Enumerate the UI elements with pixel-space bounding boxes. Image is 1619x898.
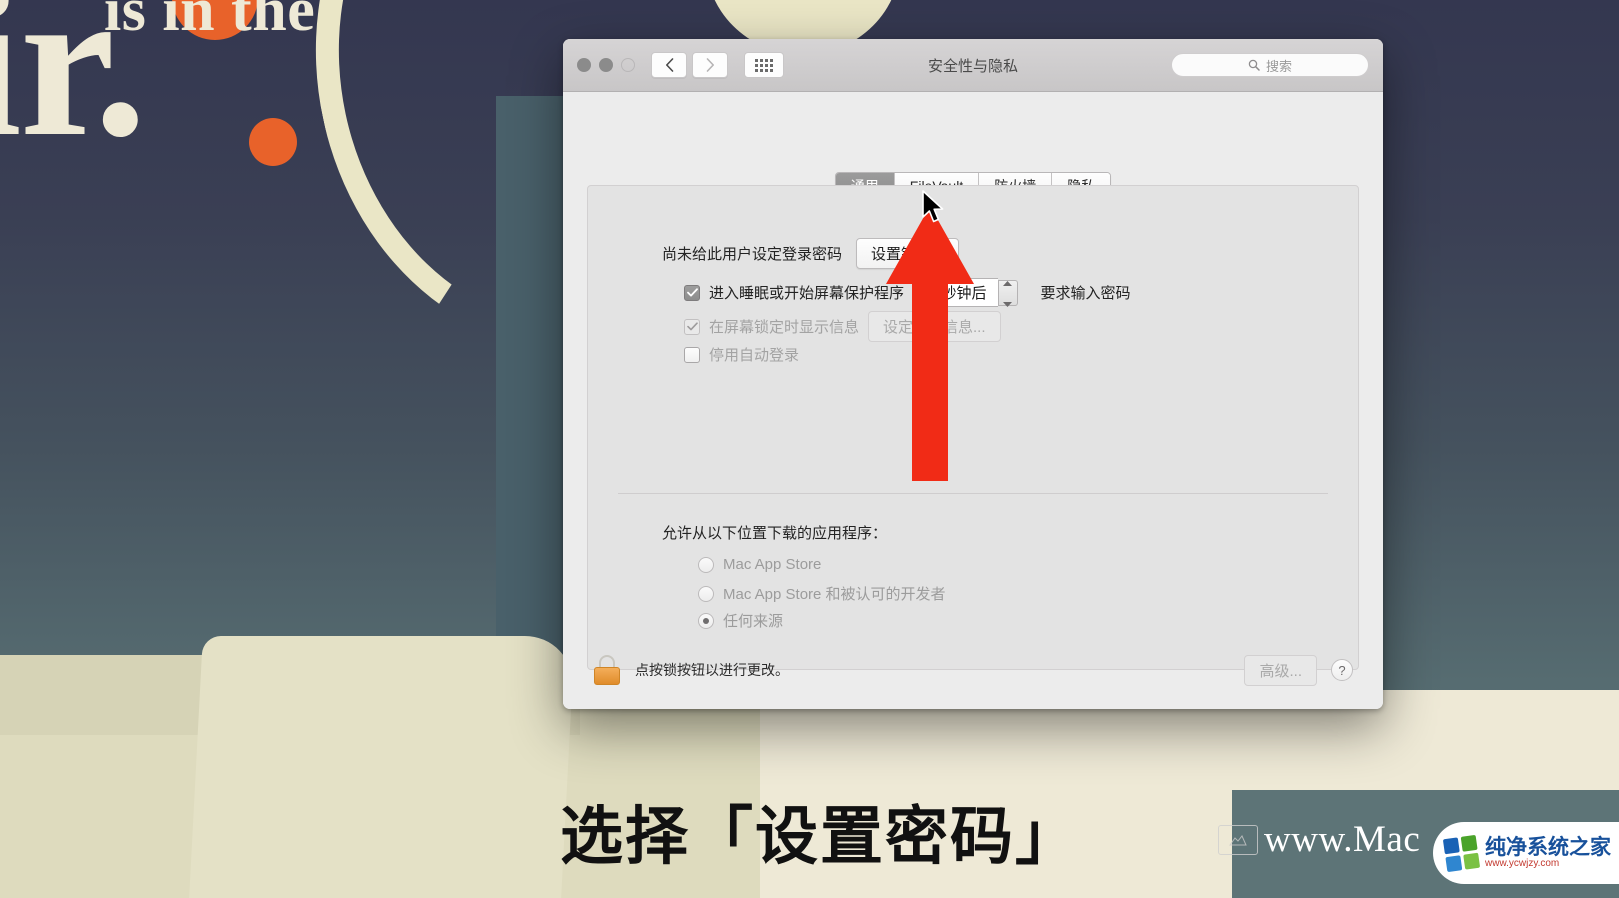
instruction-caption: 选择「设置密码」 — [560, 800, 1080, 873]
search-icon — [1248, 59, 1260, 71]
stepper-down-icon[interactable] — [1003, 294, 1013, 312]
radio-app-store-and-identified[interactable] — [698, 585, 714, 602]
radio-anywhere-label: 任何来源 — [723, 613, 784, 630]
help-button[interactable]: ? — [1331, 659, 1353, 681]
wallpaper-dot-bottom — [249, 118, 297, 166]
checkmark-icon — [686, 288, 698, 297]
publisher-logo-badge: 纯净系统之家 www.ycwjzy.com — [1433, 822, 1619, 884]
radio-anywhere[interactable] — [698, 612, 714, 629]
require-password-label: 进入睡眠或开始屏幕保护程序 — [709, 285, 905, 302]
show-all-button[interactable] — [744, 52, 784, 78]
require-password-checkbox[interactable] — [684, 284, 700, 301]
window-footer: 点按锁按钮以进行更改。 高级... ? — [563, 631, 1383, 709]
show-lock-message-checkbox[interactable] — [684, 318, 700, 335]
download-section-title: 允许从以下位置下载的应用程序： — [662, 525, 888, 542]
radio-selected-dot — [703, 617, 709, 624]
show-all-grid-icon — [755, 58, 773, 72]
screenshot-root: ir. is in the — [0, 0, 1619, 898]
window-titlebar: 安全性与隐私 搜索 — [563, 39, 1383, 92]
search-placeholder: 搜索 — [1265, 58, 1292, 74]
checkmark-icon — [686, 322, 698, 331]
watermark-box-icon — [1218, 824, 1258, 855]
require-password-trailing-label: 要求输入密码 — [1040, 285, 1131, 302]
advanced-button[interactable]: 高级... — [1244, 654, 1317, 686]
site-watermark: www.Mac — [1218, 818, 1420, 861]
watermark-url: www.Mac — [1264, 819, 1421, 860]
minimize-button[interactable] — [599, 58, 613, 72]
lock-hint-text: 点按锁按钮以进行更改。 — [635, 662, 789, 678]
download-option-anywhere[interactable]: 任何来源 — [698, 610, 783, 631]
windows-logo-icon — [1442, 834, 1481, 872]
search-field[interactable]: 搜索 — [1171, 53, 1369, 77]
disable-auto-login-checkbox[interactable] — [684, 346, 700, 363]
panel-divider — [618, 493, 1328, 494]
download-option-app-store-identified[interactable]: Mac App Store 和被认可的开发者 — [698, 583, 946, 604]
stepper-arrows[interactable] — [997, 279, 1018, 307]
disable-auto-login-row: 停用自动登录 — [684, 344, 799, 365]
footer-actions: 高级... ? — [1244, 654, 1353, 686]
radio-mac-app-store[interactable] — [698, 556, 714, 573]
close-button[interactable] — [577, 58, 591, 72]
publisher-logo-text: 纯净系统之家 www.ycwjzy.com — [1485, 835, 1611, 870]
publisher-name: 纯净系统之家 — [1485, 835, 1611, 859]
chevron-left-icon — [665, 58, 673, 72]
radio-app-store-and-identified-label: Mac App Store 和被认可的开发者 — [723, 586, 946, 603]
paper-sheet-shape — [189, 636, 575, 898]
mouse-pointer — [922, 190, 944, 223]
navigation-buttons — [651, 52, 728, 78]
wallpaper-headline-line1: is in the — [104, 0, 316, 44]
back-button[interactable] — [651, 52, 687, 78]
publisher-url: www.ycwjzy.com — [1485, 857, 1560, 869]
show-lock-message-label: 在屏幕锁定时显示信息 — [709, 319, 860, 336]
chevron-right-icon — [706, 58, 714, 72]
red-up-arrow — [886, 206, 974, 481]
forward-button[interactable] — [692, 52, 728, 78]
zoom-button[interactable] — [621, 58, 635, 72]
lock-open-icon[interactable] — [593, 655, 621, 685]
window-traffic-lights — [577, 58, 635, 72]
password-status-label: 尚未给此用户设定登录密码 — [662, 246, 843, 263]
download-option-app-store[interactable]: Mac App Store — [698, 556, 821, 573]
radio-mac-app-store-label: Mac App Store — [723, 556, 822, 573]
disable-auto-login-label: 停用自动登录 — [709, 347, 800, 364]
stepper-up-icon[interactable] — [1003, 273, 1013, 291]
